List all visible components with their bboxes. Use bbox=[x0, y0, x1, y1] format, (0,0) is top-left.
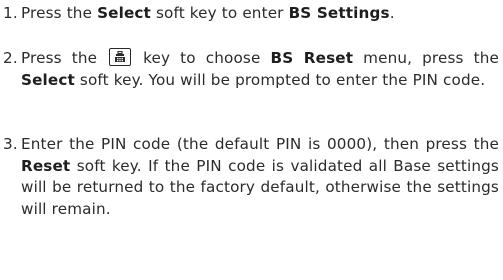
step-number: 1. bbox=[3, 4, 18, 22]
step-text: Enter the PIN code (the default PIN is 0… bbox=[3, 134, 499, 220]
bold-term: Select bbox=[21, 70, 75, 89]
text-run: Enter the PIN code (the default PIN is 0… bbox=[21, 135, 499, 153]
bold-term: Reset bbox=[21, 156, 71, 175]
text-run: menu, press the bbox=[353, 49, 499, 67]
step-3: 3. Enter the PIN code (the default PIN i… bbox=[3, 134, 499, 220]
text-run: Press the bbox=[21, 4, 98, 22]
instructions-document: 1. Press the Select soft key to enter BS… bbox=[0, 0, 503, 280]
step-1: 1. Press the Select soft key to enter BS… bbox=[3, 3, 499, 25]
bold-term: BS Reset bbox=[270, 49, 354, 67]
text-run: soft key to enter bbox=[150, 4, 289, 22]
text-run: key to choose bbox=[133, 49, 271, 67]
step-text: Press the key to choose BS Reset menu, p… bbox=[3, 48, 499, 91]
text-run: . bbox=[389, 4, 395, 22]
step-text: Press the Select soft key to enter BS Se… bbox=[3, 3, 499, 25]
text-run: soft key. If the PIN code is validated a… bbox=[21, 156, 499, 218]
text-run: soft key. You will be prompted to enter … bbox=[74, 70, 486, 89]
step-2: 2. Press the key to choose BS Reset menu… bbox=[3, 48, 499, 91]
step-number: 2. bbox=[3, 49, 18, 67]
bold-term: Select bbox=[97, 4, 151, 22]
step-number: 3. bbox=[3, 135, 18, 153]
text-run: Press the bbox=[21, 49, 108, 67]
phonebook-key-icon bbox=[109, 48, 132, 66]
bold-term: BS Settings bbox=[288, 4, 390, 22]
